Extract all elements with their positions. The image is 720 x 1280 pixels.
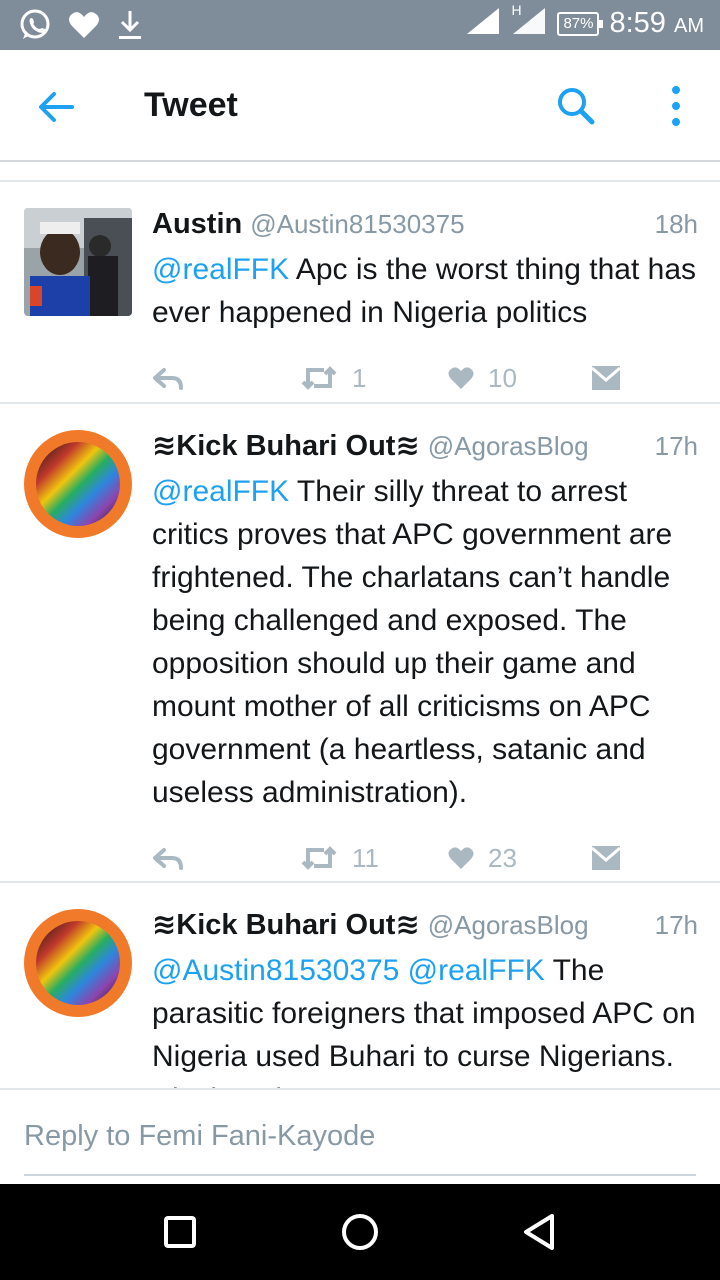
direct-message-button[interactable] bbox=[592, 366, 620, 390]
avatar[interactable] bbox=[24, 430, 132, 538]
whatsapp-icon bbox=[18, 8, 52, 47]
retweet-button[interactable]: 1 bbox=[300, 363, 366, 394]
tweet-mention[interactable]: @realFFK bbox=[152, 475, 289, 508]
more-options-button[interactable] bbox=[660, 82, 692, 130]
download-icon bbox=[116, 9, 144, 46]
envelope-icon bbox=[592, 846, 620, 870]
input-underline bbox=[24, 1174, 696, 1176]
tweet-mention[interactable]: @realFFK bbox=[152, 253, 289, 286]
square-icon bbox=[164, 1216, 196, 1248]
tweet-timestamp: 17h bbox=[654, 910, 698, 940]
page-title: Tweet bbox=[144, 86, 238, 124]
reply-icon bbox=[153, 848, 183, 870]
more-vertical-icon bbox=[672, 86, 680, 126]
back-nav-button[interactable] bbox=[520, 1212, 560, 1252]
like-button[interactable]: 23 bbox=[448, 843, 517, 874]
retweet-button[interactable]: 11 bbox=[300, 843, 379, 874]
heart-icon bbox=[68, 10, 100, 45]
retweet-count: 11 bbox=[352, 842, 379, 873]
search-button[interactable] bbox=[552, 82, 600, 130]
reply-button[interactable] bbox=[152, 366, 184, 390]
avatar[interactable] bbox=[24, 208, 132, 316]
signal-icon bbox=[465, 6, 501, 41]
tweet-text: @Austin81530375 @realFFK The parasitic f… bbox=[152, 954, 696, 1088]
tweet-author-handle[interactable]: @Austin81530375 bbox=[250, 206, 464, 242]
direct-message-button[interactable] bbox=[592, 846, 620, 870]
tweet[interactable]: Austin @Austin81530375 18h @realFFK Apc … bbox=[0, 182, 720, 404]
tweet-author-handle[interactable]: @AgorasBlog bbox=[428, 428, 589, 464]
tweet-timestamp: 17h bbox=[654, 431, 698, 461]
heart-icon bbox=[448, 847, 474, 869]
triangle-back-icon bbox=[524, 1214, 554, 1250]
network-type: H bbox=[511, 2, 522, 18]
reply-list[interactable]: Austin @Austin81530375 18h @realFFK Apc … bbox=[0, 182, 720, 1088]
reply-icon bbox=[153, 368, 183, 390]
app-bar: Tweet bbox=[0, 50, 720, 162]
like-button[interactable]: 10 bbox=[448, 363, 517, 394]
tweet[interactable]: ≋Kick Buhari Out≋ @AgorasBlog 17h @Austi… bbox=[0, 883, 720, 1088]
retweet-icon bbox=[301, 846, 337, 870]
status-bar: H 87% 8:59 AM bbox=[0, 0, 720, 50]
battery-indicator: 87% bbox=[557, 11, 604, 36]
reply-button[interactable] bbox=[152, 846, 184, 870]
home-button[interactable] bbox=[340, 1212, 380, 1252]
reply-input[interactable]: Reply to Femi Fani-Kayode bbox=[24, 1120, 375, 1153]
retweet-count: 1 bbox=[352, 362, 367, 393]
envelope-icon bbox=[592, 366, 620, 390]
tweet-author-name[interactable]: ≋Kick Buhari Out≋ bbox=[152, 428, 420, 464]
avatar[interactable] bbox=[24, 909, 132, 1017]
arrow-back-icon bbox=[39, 92, 74, 122]
tweet[interactable]: ≋Kick Buhari Out≋ @AgorasBlog 17h @realF… bbox=[0, 404, 720, 883]
tweet-text: @realFFK Apc is the worst thing that has… bbox=[152, 253, 697, 329]
circle-icon bbox=[342, 1214, 378, 1250]
tweet-timestamp: 18h bbox=[654, 209, 698, 239]
navigation-bar bbox=[0, 1184, 720, 1280]
back-button[interactable] bbox=[30, 82, 80, 132]
retweet-icon bbox=[301, 366, 337, 390]
search-icon bbox=[558, 88, 595, 125]
like-count: 10 bbox=[488, 362, 517, 393]
tweet-author-name[interactable]: Austin bbox=[152, 206, 242, 242]
tweet-mention[interactable]: @Austin81530375 @realFFK bbox=[152, 954, 545, 987]
reply-composer: Reply to Femi Fani-Kayode bbox=[0, 1088, 720, 1184]
tweet-text: @realFFK Their silly threat to arrest cr… bbox=[152, 475, 673, 809]
mobile-signal-icon: H bbox=[511, 2, 547, 41]
tweet-author-handle[interactable]: @AgorasBlog bbox=[428, 907, 589, 943]
tweet-author-name[interactable]: ≋Kick Buhari Out≋ bbox=[152, 907, 420, 943]
clock: 8:59 AM bbox=[609, 7, 704, 39]
like-count: 23 bbox=[488, 842, 517, 873]
recents-button[interactable] bbox=[160, 1212, 200, 1252]
heart-icon bbox=[448, 367, 474, 389]
